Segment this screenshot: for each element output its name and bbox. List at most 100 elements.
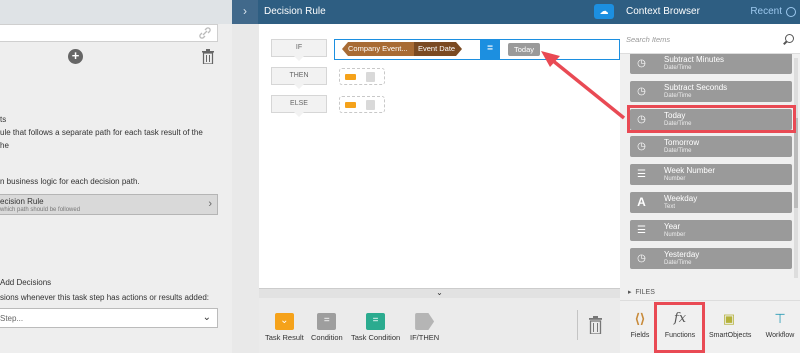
- item-type: Number: [664, 232, 686, 238]
- list-item[interactable]: ◷ Subtract Minutes Date/Time: [630, 54, 792, 74]
- add-decisions-heading: Add Decisions: [0, 278, 52, 287]
- tab-label: SmartObjects: [709, 332, 752, 339]
- files-label: FILES: [635, 289, 655, 296]
- condition-icon: =: [317, 313, 337, 330]
- if-label: IF: [271, 39, 327, 57]
- tool-if-then[interactable]: IF/THEN: [410, 313, 439, 342]
- then-drop-slot[interactable]: [339, 68, 385, 85]
- search-icon[interactable]: [785, 34, 794, 43]
- fields-icon: ⟨⟩: [634, 311, 646, 326]
- task-properties-panel: + ts ule that follows a separate path fo…: [0, 0, 232, 353]
- item-name: Tomorrow: [664, 138, 700, 147]
- item-type: Number: [664, 176, 686, 182]
- datetime-icon: ◷: [637, 86, 646, 97]
- editor-title: Decision Rule: [264, 6, 326, 17]
- item-type: Text: [664, 204, 676, 210]
- tool-label: Task Result: [265, 333, 304, 342]
- decision-rule-subtitle: which path should be followed: [0, 207, 81, 213]
- else-label: ELSE: [271, 95, 327, 113]
- task-condition-icon: =: [366, 313, 386, 330]
- toolbar-divider: [577, 310, 578, 340]
- if-then-icon: [415, 313, 435, 330]
- chevron-down-icon[interactable]: ⌄: [259, 288, 620, 298]
- add-decisions-description: sions whenever this task step has action…: [0, 293, 209, 302]
- number-icon: ☰: [637, 169, 646, 180]
- tab-label: Workflow: [765, 332, 795, 339]
- item-name: Subtract Seconds: [664, 83, 728, 92]
- then-label: THEN: [271, 67, 327, 85]
- clock-icon[interactable]: [786, 7, 796, 17]
- operator-button[interactable]: =: [480, 39, 500, 60]
- tool-task-condition[interactable]: = Task Condition: [351, 313, 400, 342]
- chevron-right-icon: ▸: [628, 289, 632, 296]
- panel-topbar: [0, 0, 232, 24]
- workflow-icon: ⊤: [774, 311, 786, 326]
- rule-toolbar: ⌄ Task Result = Condition = Task Conditi…: [259, 298, 620, 353]
- chevron-down-icon: ⌄: [202, 312, 211, 323]
- decision-rule-title: ecision Rule: [0, 197, 44, 206]
- decision-rule-option[interactable]: ecision Rule which path should be follow…: [0, 194, 218, 215]
- tab-workflow[interactable]: ⊤ Workflow: [760, 309, 800, 339]
- else-drop-slot[interactable]: [339, 96, 385, 113]
- item-type: Date/Time: [664, 148, 692, 154]
- step-select-value: Step...: [0, 314, 24, 323]
- tool-task-result[interactable]: ⌄ Task Result: [265, 313, 304, 342]
- tab-label: Fields: [630, 332, 650, 339]
- tool-label: Task Condition: [351, 333, 401, 342]
- scrollbar[interactable]: [794, 58, 798, 278]
- list-item[interactable]: ☰ Year Number: [630, 220, 792, 241]
- chevron-right-icon[interactable]: ›: [232, 0, 258, 24]
- highlight-today-box: [627, 105, 796, 133]
- smartobjects-icon: ▣: [722, 311, 736, 326]
- item-name: Week Number: [664, 166, 715, 175]
- step-select[interactable]: Step... ⌄: [0, 308, 218, 328]
- link-icon[interactable]: [198, 26, 212, 40]
- item-name: Weekday: [664, 194, 698, 203]
- description-line: ule that follows a separate path for eac…: [0, 128, 203, 137]
- reference-input[interactable]: [0, 24, 218, 42]
- context-browser: Context Browser Recent Search Items ◷ Su…: [620, 0, 800, 353]
- context-browser-header: Context Browser Recent: [620, 0, 800, 24]
- list-item[interactable]: A Weekday Text: [630, 192, 792, 213]
- list-item[interactable]: ◷ Subtract Seconds Date/Time: [630, 81, 792, 102]
- description-line: he: [0, 141, 9, 150]
- text-icon: A: [637, 195, 646, 209]
- list-item[interactable]: ◷ Yesterday Date/Time: [630, 248, 792, 269]
- datetime-icon: ◷: [637, 141, 646, 152]
- files-section[interactable]: ▸ FILES: [620, 282, 800, 300]
- context-tabs: ⟨⟩ Fields fx Functions ▣ SmartObjects ⊤ …: [620, 300, 800, 353]
- condition-field[interactable]: Company Event...: [342, 42, 414, 56]
- condition-subfield[interactable]: Event Date: [414, 42, 462, 56]
- trash-icon[interactable]: [202, 49, 214, 65]
- trash-icon[interactable]: [589, 316, 602, 335]
- condition-value[interactable]: Today: [508, 43, 540, 56]
- task-result-icon: ⌄: [274, 313, 294, 330]
- search-input[interactable]: Search Items: [626, 35, 670, 44]
- recent-button[interactable]: Recent: [750, 6, 782, 17]
- description-line: n business logic for each decision path.: [0, 177, 140, 186]
- datetime-icon: ◷: [637, 58, 646, 69]
- decision-rule-header: › Decision Rule ☁: [232, 0, 620, 24]
- list-item[interactable]: ◷ Tomorrow Date/Time: [630, 136, 792, 157]
- item-name: Subtract Minutes: [664, 55, 725, 64]
- list-item[interactable]: ☰ Week Number Number: [630, 164, 792, 185]
- search-bar[interactable]: Search Items: [620, 24, 800, 54]
- tool-label: Condition: [311, 333, 343, 342]
- context-browser-title: Context Browser: [626, 6, 700, 17]
- tab-smartobjects[interactable]: ▣ SmartObjects: [709, 309, 752, 339]
- chevron-right-icon: ›: [208, 198, 212, 210]
- description-line: ts: [0, 115, 7, 124]
- highlight-functions-box: [654, 302, 705, 353]
- item-name: Year: [664, 222, 681, 231]
- tool-condition[interactable]: = Condition: [311, 313, 343, 342]
- add-decision-button[interactable]: +: [68, 49, 83, 64]
- item-type: Date/Time: [664, 93, 692, 99]
- datetime-icon: ◷: [637, 253, 646, 264]
- cloud-icon[interactable]: ☁: [594, 4, 614, 19]
- number-icon: ☰: [637, 225, 646, 236]
- rule-canvas: [259, 24, 620, 288]
- item-type: Date/Time: [664, 65, 692, 71]
- item-type: Date/Time: [664, 260, 692, 266]
- context-item-list: ◷ Subtract Minutes Date/Time ◷ Subtract …: [620, 54, 800, 282]
- tool-label: IF/THEN: [410, 333, 440, 342]
